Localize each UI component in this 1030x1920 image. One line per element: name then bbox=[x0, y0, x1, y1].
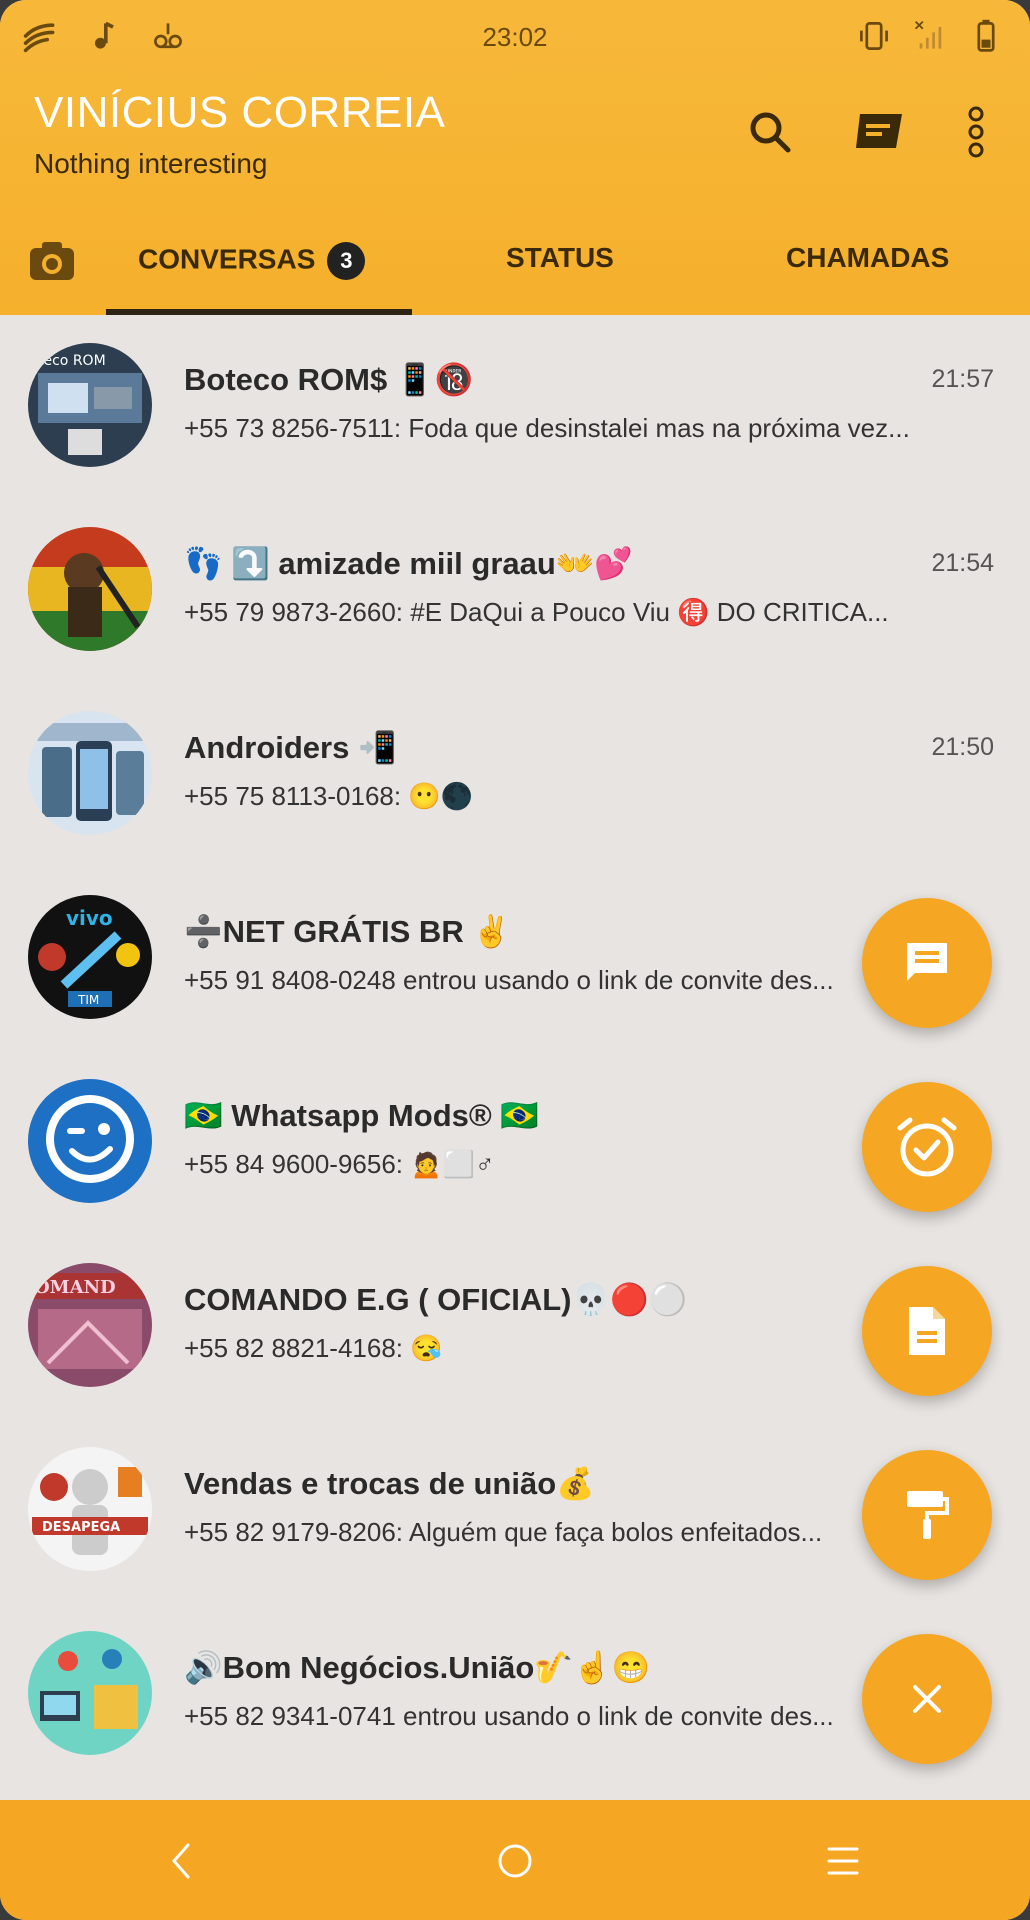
unread-badge: 3 bbox=[327, 242, 366, 280]
status-bar: 23:02 bbox=[0, 0, 1030, 78]
chat-name: COMANDO E.G ( OFICIAL)💀🔴⚪ bbox=[184, 1282, 688, 1317]
chat-name: Vendas e trocas de união💰 bbox=[184, 1466, 595, 1501]
document-icon bbox=[909, 1307, 945, 1355]
avatar: teco ROM bbox=[28, 343, 152, 467]
document-fab[interactable] bbox=[862, 1266, 992, 1396]
app-header: 23:02 VINÍCIUS CORREIA Nothing interesti… bbox=[0, 0, 1030, 315]
chat-time: 21:50 bbox=[931, 733, 994, 761]
svg-text:DESAPEGA: DESAPEGA bbox=[42, 1520, 120, 1535]
more-vert-icon[interactable] bbox=[948, 104, 1004, 160]
recents-icon[interactable] bbox=[818, 1836, 868, 1886]
tab-conversas[interactable]: CONVERSAS 3 bbox=[138, 242, 366, 280]
list-item[interactable]: Androiders 📲 21:50 +55 75 8113-0168: 😶🌑 bbox=[0, 683, 1030, 867]
chat-list: teco ROM Boteco ROM$ 📱🔞 21:57 +55 73 825… bbox=[0, 315, 1030, 1800]
chat-name: ➗NET GRÁTIS BR ✌️ bbox=[184, 914, 511, 949]
alarm-check-icon bbox=[897, 1117, 957, 1177]
svg-text:TIM: TIM bbox=[77, 993, 99, 1007]
new-message-icon[interactable] bbox=[852, 104, 908, 160]
avatar: OMAND bbox=[28, 1263, 152, 1387]
paint-roller-icon bbox=[907, 1491, 949, 1539]
close-icon bbox=[913, 1685, 941, 1713]
svg-text:OMAND: OMAND bbox=[34, 1277, 116, 1298]
chat-time: 21:54 bbox=[931, 549, 994, 577]
chat-last-message: +55 75 8113-0168: 😶🌑 bbox=[184, 781, 474, 811]
profile-status: Nothing interesting bbox=[34, 148, 268, 179]
avatar bbox=[28, 1079, 152, 1203]
avatar bbox=[28, 1631, 152, 1755]
tab-bar: CONVERSAS 3 STATUS CHAMADAS bbox=[0, 222, 1030, 315]
list-item[interactable]: teco ROM Boteco ROM$ 📱🔞 21:57 +55 73 825… bbox=[0, 315, 1030, 499]
chat-time: 21:57 bbox=[931, 365, 994, 393]
chat-name: 🔊Bom Negócios.União🎷☝️😁 bbox=[184, 1650, 651, 1685]
avatar bbox=[28, 527, 152, 651]
tab-conversas-label: CONVERSAS bbox=[138, 243, 316, 275]
avatar: vivo TIM bbox=[28, 895, 152, 1019]
schedule-message-fab[interactable] bbox=[862, 1082, 992, 1212]
phone-screen: 23:02 VINÍCIUS CORREIA Nothing interesti… bbox=[0, 0, 1030, 1920]
close-fab[interactable] bbox=[862, 1634, 992, 1764]
back-icon[interactable] bbox=[156, 1836, 206, 1886]
vibrate-icon bbox=[860, 22, 888, 50]
list-item[interactable]: 👣 ⤵️ amizade miil graau👐💕 21:54 +55 79 9… bbox=[0, 499, 1030, 683]
chat-name: Androiders 📲 bbox=[184, 730, 397, 765]
tab-chamadas[interactable]: CHAMADAS bbox=[786, 242, 949, 274]
home-icon[interactable] bbox=[490, 1836, 540, 1886]
page-title: VINÍCIUS CORREIA bbox=[34, 88, 446, 137]
camera-icon[interactable] bbox=[28, 238, 76, 286]
tab-status[interactable]: STATUS bbox=[506, 242, 614, 274]
new-chat-fab[interactable] bbox=[862, 898, 992, 1028]
chat-last-message: +55 73 8256-7511: Foda que desinstalei m… bbox=[184, 413, 910, 443]
message-icon bbox=[907, 943, 947, 981]
avatar bbox=[28, 711, 152, 835]
chat-last-message: +55 79 9873-2660: #E DaQui a Pouco Viu 🉐… bbox=[184, 597, 889, 627]
avatar: DESAPEGA bbox=[28, 1447, 152, 1571]
system-nav-bar bbox=[0, 1800, 1030, 1920]
theme-fab[interactable] bbox=[862, 1450, 992, 1580]
no-signal-icon bbox=[914, 20, 942, 49]
svg-text:vivo: vivo bbox=[66, 906, 113, 930]
chat-name: 🇧🇷 Whatsapp Mods® 🇧🇷 bbox=[184, 1098, 539, 1133]
chat-name: Boteco ROM$ 📱🔞 bbox=[184, 362, 474, 397]
battery-icon bbox=[977, 19, 995, 52]
search-icon[interactable] bbox=[742, 104, 798, 160]
chat-name: 👣 ⤵️ amizade miil graau👐💕 bbox=[184, 546, 634, 581]
svg-text:teco ROM: teco ROM bbox=[38, 353, 106, 369]
